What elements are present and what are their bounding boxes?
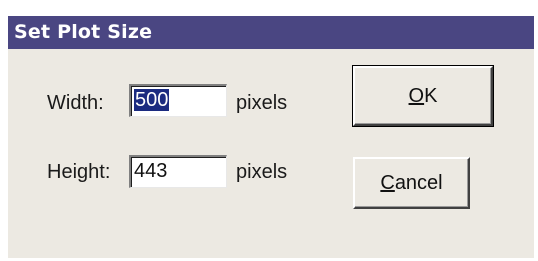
cancel-button-label: Cancel	[380, 172, 443, 194]
width-unit-label: pixels	[236, 92, 288, 114]
height-value: 443	[134, 160, 168, 182]
ok-button[interactable]: OK	[352, 65, 494, 127]
set-plot-size-dialog: Set Plot Size Width: 500 pixels Height: …	[8, 16, 534, 258]
height-input[interactable]: 443	[129, 155, 227, 188]
width-input[interactable]: 500	[129, 84, 227, 117]
cancel-button[interactable]: Cancel	[353, 157, 470, 209]
dialog-title: Set Plot Size	[8, 16, 534, 49]
height-label: Height:	[47, 161, 111, 183]
ok-button-label: OK	[408, 85, 438, 107]
height-unit-label: pixels	[236, 161, 288, 183]
width-value: 500	[134, 89, 170, 111]
width-label: Width:	[47, 92, 104, 114]
